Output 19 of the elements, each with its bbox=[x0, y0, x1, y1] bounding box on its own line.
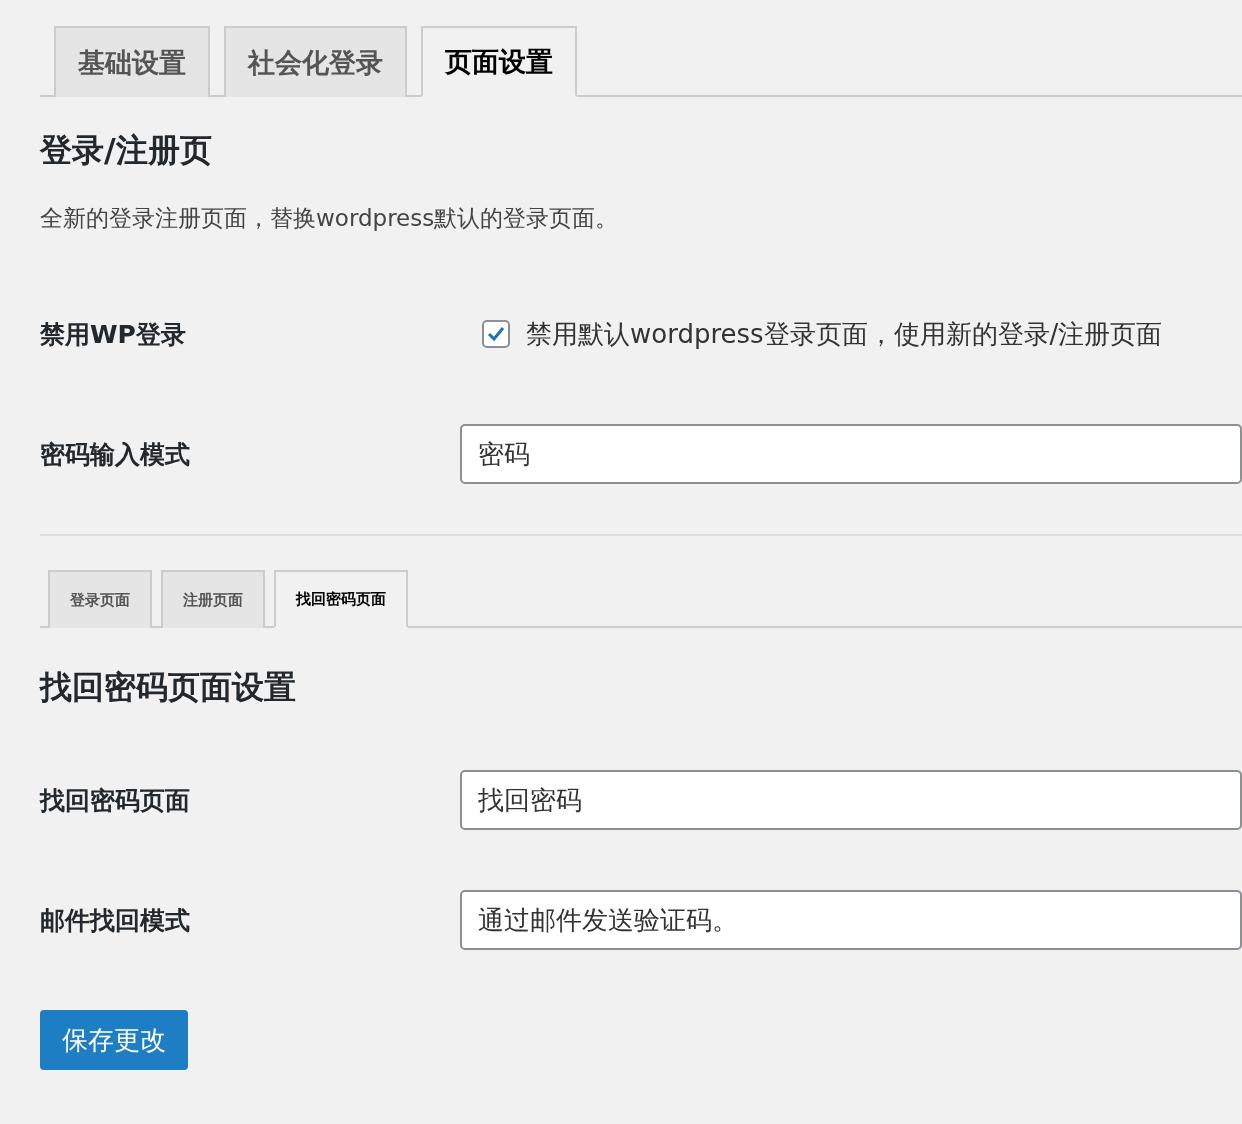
tab[interactable]: 页面设置 bbox=[421, 26, 577, 97]
save-button[interactable]: 保存更改 bbox=[40, 1010, 188, 1070]
section-title: 登录/注册页 bbox=[40, 130, 213, 171]
tab[interactable]: 注册页面 bbox=[161, 570, 265, 628]
section-description: 全新的登录注册页面，替换wordpress默认的登录页面。 bbox=[40, 204, 620, 233]
tab[interactable]: 登录页面 bbox=[48, 570, 152, 628]
tab[interactable]: 社会化登录 bbox=[224, 26, 407, 97]
tab[interactable]: 找回密码页面 bbox=[274, 570, 408, 628]
field-label: 密码输入模式 bbox=[40, 438, 191, 471]
field-label: 禁用WP登录 bbox=[40, 318, 187, 351]
field-label: 邮件找回模式 bbox=[40, 904, 191, 937]
checkbox-label[interactable]: 禁用默认wordpress登录页面，使用新的登录/注册页面 bbox=[482, 316, 1163, 352]
section-title: 找回密码页面设置 bbox=[40, 667, 297, 708]
input-field[interactable]: 通过邮件发送验证码。 bbox=[460, 890, 1242, 950]
input-field[interactable]: 密码 bbox=[460, 424, 1242, 484]
field-label: 找回密码页面 bbox=[40, 784, 191, 817]
input-field[interactable]: 找回密码 bbox=[460, 770, 1242, 830]
checkbox[interactable] bbox=[482, 320, 510, 348]
tab[interactable]: 基础设置 bbox=[54, 26, 210, 97]
